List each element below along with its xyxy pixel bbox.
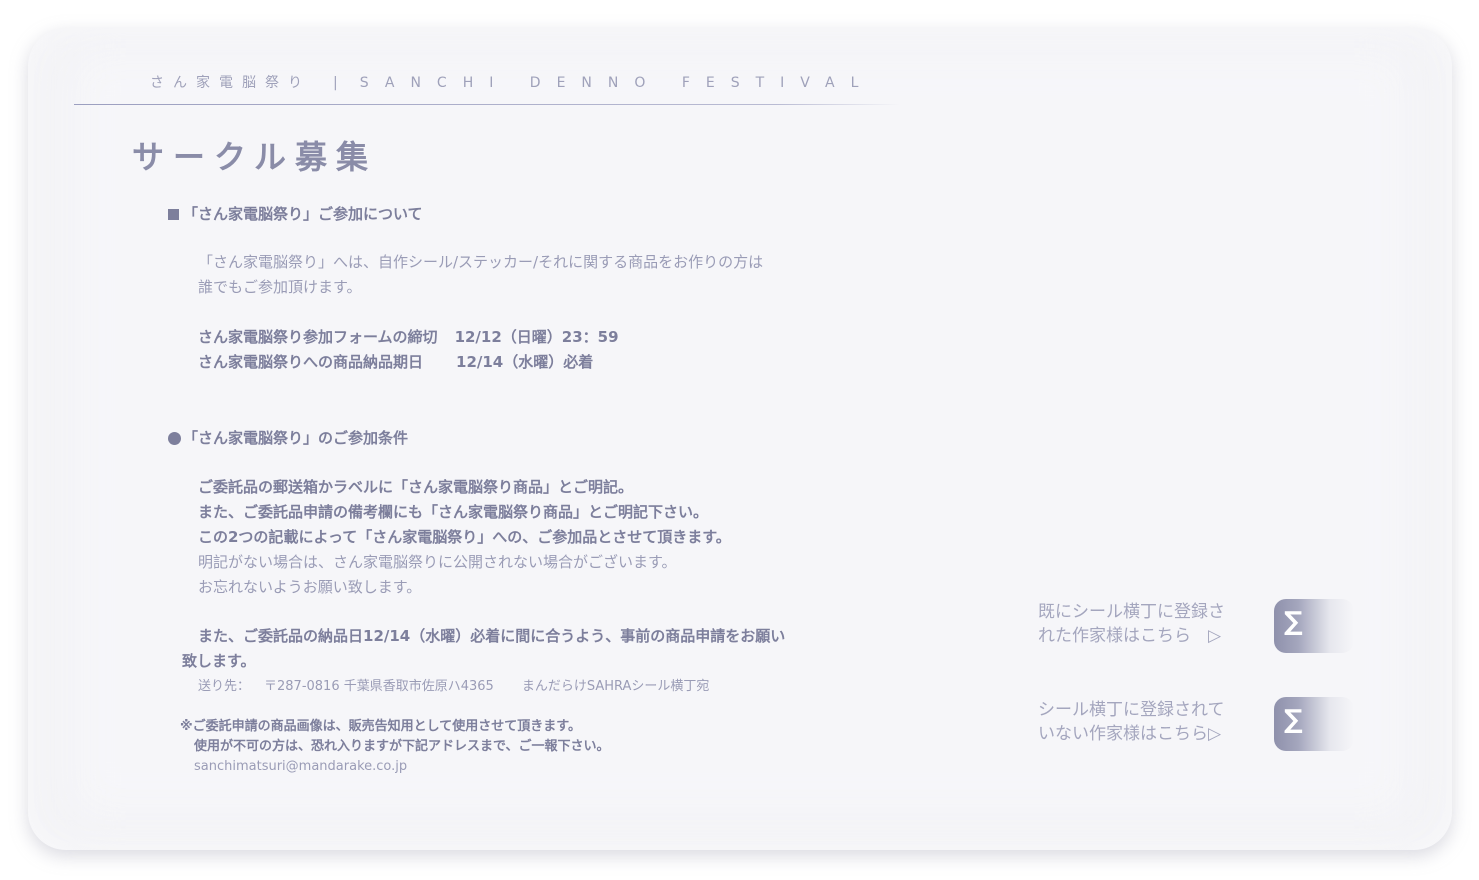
deadline-list: さん家電脳祭り参加フォームの締切 12/12（日曜）23：59 さん家電脳祭りへの… xyxy=(198,325,619,375)
title-separator: | xyxy=(333,75,338,91)
square-bullet-icon xyxy=(168,209,179,220)
sigma-icon: ∑ xyxy=(1284,607,1303,637)
conditions-body: ご委託品の郵送箱かラベルに「さん家電脳祭り商品」とご明記。 また、ご委託品申請の… xyxy=(198,478,731,596)
circle-bullet-icon xyxy=(168,432,181,445)
image-usage-note: ※ご委託申請の商品画像は、販売告知用として使用させて頂きます。 使用が不可の方は… xyxy=(180,719,610,754)
site-title: さん家電脳祭り | SANCHI DENNO FESTIVAL xyxy=(150,72,874,92)
section-heading-participation: 「さん家電脳祭り」ご参加について xyxy=(168,203,423,224)
registered-artist-link-text[interactable]: 既にシール横丁に登録さ れた作家様はこちら ▷ xyxy=(1038,600,1225,648)
submission-request-line1: また、ご委託品の納品日12/14（水曜）必着に間に合うよう、事前の商品申請をお願… xyxy=(198,627,786,645)
header-divider xyxy=(74,104,900,105)
registered-artist-button[interactable]: ∑ xyxy=(1274,599,1354,653)
site-title-jp: さん家電脳祭り xyxy=(150,75,311,91)
sigma-icon: ∑ xyxy=(1284,705,1303,735)
deadline-delivery: さん家電脳祭りへの商品納品期日 12/14（水曜）必着 xyxy=(198,353,594,371)
deadline-form: さん家電脳祭り参加フォームの締切 12/12（日曜）23：59 xyxy=(198,328,619,346)
unregistered-artist-link-text[interactable]: シール横丁に登録されて いない作家様はこちら▷ xyxy=(1038,698,1225,746)
section-heading-conditions: 「さん家電脳祭り」のご参加条件 xyxy=(168,427,408,448)
participation-intro: 「さん家電脳祭り」へは、自作シール/ステッカー/それに関する商品をお作りの方は … xyxy=(198,253,764,296)
unregistered-artist-button[interactable]: ∑ xyxy=(1274,697,1354,751)
submission-request-line2: 致します。 xyxy=(182,652,256,670)
page-title: サークル募集 xyxy=(132,138,378,176)
contact-email-link[interactable]: sanchimatsuri@mandarake.co.jp xyxy=(194,757,407,777)
site-title-en: SANCHI DENNO FESTIVAL xyxy=(359,75,875,91)
shipping-address: 送り先： 〒287-0816 千葉県香取市佐原ハ4365 まんだらけSAHRAシール… xyxy=(198,679,710,694)
main-card: さん家電脳祭り | SANCHI DENNO FESTIVAL サークル募集 「さん… xyxy=(28,28,1452,850)
